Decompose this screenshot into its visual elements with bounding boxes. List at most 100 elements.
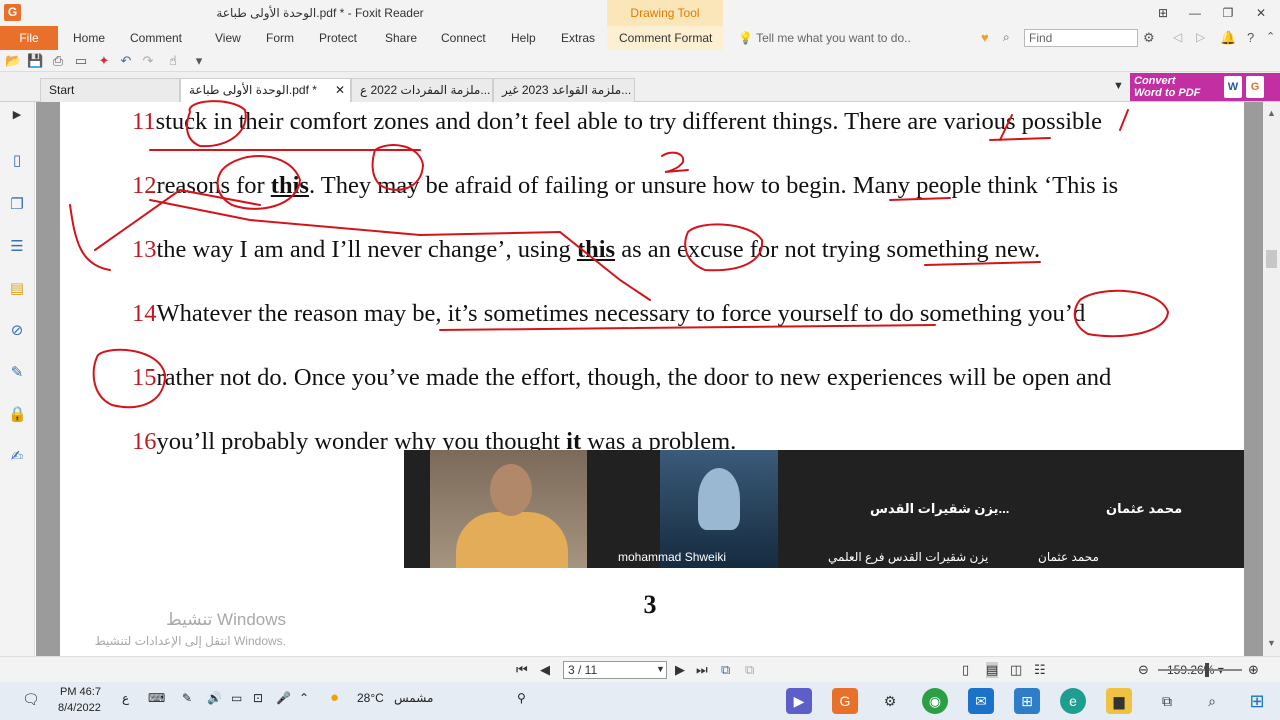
attachments-icon[interactable]: ⊘ — [8, 322, 26, 340]
zoom-slider[interactable] — [1158, 669, 1242, 671]
window-icon[interactable]: ▭ — [73, 53, 89, 69]
undo-icon[interactable]: ↶ — [118, 53, 134, 69]
zoom-slider-thumb[interactable] — [1205, 663, 1209, 677]
signature-icon[interactable]: ✎ — [8, 364, 26, 382]
notification-center-icon[interactable]: 🗨 — [22, 691, 40, 708]
clock-date[interactable]: 8/4/2022 — [58, 702, 101, 714]
tell-me-search[interactable]: 💡 Tell me what you want to do.. — [738, 26, 911, 50]
security-lock-icon[interactable]: 🔒 — [8, 406, 27, 424]
previous-view-icon[interactable]: ⧉ — [721, 662, 730, 678]
new-icon[interactable]: ✦ — [96, 53, 112, 69]
last-page-icon[interactable]: ⏭ — [696, 662, 708, 678]
vertical-scrollbar[interactable]: ▲ ▼ — [1263, 102, 1280, 656]
first-page-icon[interactable]: ⏮ — [516, 662, 528, 678]
show-hidden-icons[interactable]: ⌃ — [299, 691, 309, 705]
menu-home[interactable]: Home — [73, 26, 105, 50]
next-view-icon[interactable]: ⧉ — [745, 662, 754, 678]
tab-document-2[interactable]: ملزمة المفردات 2022 ع... — [351, 78, 493, 102]
open-icon[interactable]: 📂 — [5, 53, 21, 69]
file-explorer-icon[interactable]: ▆ — [1106, 688, 1132, 714]
tab-active-document[interactable]: الوحدة الأولى طباعة.pdf * ✕ — [180, 78, 351, 102]
pen-icon[interactable]: ✎ — [182, 691, 192, 705]
minimize-button[interactable]: — — [1184, 3, 1206, 23]
edge-icon[interactable]: e — [1060, 688, 1086, 714]
scroll-thumb[interactable] — [1266, 250, 1277, 268]
windows-start-icon[interactable]: ⊞ — [1244, 688, 1270, 714]
menu-comment-format[interactable]: Comment Format — [619, 26, 712, 50]
close-button[interactable]: ✕ — [1250, 3, 1272, 23]
ribbon-display-icon[interactable]: ⊞ — [1152, 3, 1174, 23]
people-icon[interactable]: ⚲ — [517, 691, 526, 705]
zoom-out-icon[interactable]: ⊖ — [1138, 662, 1149, 678]
volume-icon[interactable]: 🔊 — [207, 691, 222, 705]
collapse-ribbon-icon[interactable]: ⌃ — [1266, 30, 1275, 43]
find-input[interactable]: Find — [1024, 29, 1138, 47]
page-thumbnail-icon[interactable]: ▯ — [8, 152, 26, 170]
tab-start[interactable]: Start — [40, 78, 180, 102]
tab-list-dropdown-icon[interactable]: ▼ — [1113, 80, 1124, 92]
previous-result-icon[interactable]: ◁ — [1173, 30, 1182, 44]
page-number-input[interactable]: 3 / 11 — [563, 661, 667, 679]
menu-help[interactable]: Help — [511, 26, 536, 50]
menu-view[interactable]: View — [215, 26, 241, 50]
heart-icon[interactable]: ♥ — [981, 30, 989, 45]
expand-panel-icon[interactable]: ▶ — [8, 106, 26, 124]
next-result-icon[interactable]: ▷ — [1196, 30, 1205, 44]
page-dropdown-icon[interactable]: ▼ — [656, 664, 665, 674]
zoom-in-icon[interactable]: ⊕ — [1248, 662, 1259, 678]
zoom-meeting-icon[interactable]: ▶ — [786, 688, 812, 714]
task-view-icon[interactable]: ⧉ — [1154, 688, 1180, 714]
hand-tool-icon[interactable]: ☝ — [165, 53, 181, 69]
find-folder-icon[interactable]: ⌕ — [1003, 30, 1010, 45]
temperature[interactable]: 28°C — [357, 691, 384, 705]
convert-word-to-pdf-button[interactable]: Convert Word to PDF W G — [1130, 73, 1280, 101]
tab-document-3[interactable]: ملزمة القواعد 2023 غير... — [493, 78, 635, 102]
close-tab-icon[interactable]: ✕ — [335, 79, 345, 101]
continuous-facing-icon[interactable]: ☷ — [1034, 662, 1046, 678]
pdf-page[interactable]: 11stuck in their comfort zones and don’t… — [60, 102, 1244, 656]
scroll-up-icon[interactable]: ▲ — [1267, 108, 1276, 118]
previous-page-icon[interactable]: ◀ — [540, 662, 550, 678]
line-text: as an excuse for not trying something ne… — [615, 236, 1041, 263]
drawing-tool-context-tab[interactable]: Drawing Tool — [607, 0, 723, 26]
clock-time[interactable]: PM 46:7 — [60, 686, 101, 698]
input-language[interactable]: ع — [122, 691, 129, 705]
print-icon[interactable]: ⎙ — [50, 53, 66, 69]
help-icon[interactable]: ? — [1247, 30, 1254, 45]
single-page-icon[interactable]: ▯ — [962, 662, 969, 678]
notification-bell-icon[interactable]: 🔔 — [1220, 30, 1236, 46]
redo-icon[interactable]: ↷ — [140, 53, 156, 69]
continuous-page-icon[interactable]: ▤ — [986, 662, 999, 678]
file-menu[interactable]: File — [0, 26, 58, 50]
menu-protect[interactable]: Protect — [319, 26, 357, 50]
weather-condition[interactable]: مشمس — [394, 691, 433, 705]
microphone-icon[interactable]: 🎤 — [276, 691, 291, 705]
maximize-button[interactable]: ❐ — [1217, 3, 1239, 23]
customize-dropdown-icon[interactable]: ▾ — [191, 53, 207, 69]
save-icon[interactable]: 💾 — [27, 53, 43, 69]
menu-form[interactable]: Form — [266, 26, 294, 50]
menu-comment[interactable]: Comment — [130, 26, 182, 50]
search-icon[interactable]: ⌕ — [1199, 688, 1225, 714]
menu-extras[interactable]: Extras — [561, 26, 595, 50]
menu-share[interactable]: Share — [385, 26, 417, 50]
pages-icon[interactable]: ❐ — [8, 196, 26, 214]
comments-icon[interactable]: ▤ — [8, 280, 26, 298]
windows-taskbar: 🗨 PM 46:7 8/4/2022 ع ⌨ ✎ 🔊 ▭ ⊡ 🎤 ⌃ ● 28°… — [0, 682, 1280, 720]
content-tool-icon[interactable]: ✍ — [8, 448, 26, 466]
scroll-down-icon[interactable]: ▼ — [1267, 638, 1276, 648]
mail-icon[interactable]: ✉ — [968, 688, 994, 714]
store-icon[interactable]: ⊞ — [1014, 688, 1040, 714]
battery-icon[interactable]: ▭ — [231, 691, 242, 705]
settings-taskbar-icon[interactable]: ⚙ — [877, 688, 903, 714]
chrome-icon[interactable]: ◉ — [922, 688, 948, 714]
menu-connect[interactable]: Connect — [441, 26, 486, 50]
settings-gear-icon[interactable]: ⚙ — [1143, 30, 1155, 46]
facing-page-icon[interactable]: ◫ — [1010, 662, 1022, 678]
line-text: . They may be afraid of failing or unsur… — [308, 172, 1119, 199]
keyboard-icon[interactable]: ⌨ — [148, 691, 165, 705]
next-page-icon[interactable]: ▶ — [675, 662, 685, 678]
layers-icon[interactable]: ☰ — [8, 238, 26, 256]
network-icon[interactable]: ⊡ — [253, 691, 263, 705]
foxit-reader-taskbar-icon[interactable]: G — [832, 688, 858, 714]
